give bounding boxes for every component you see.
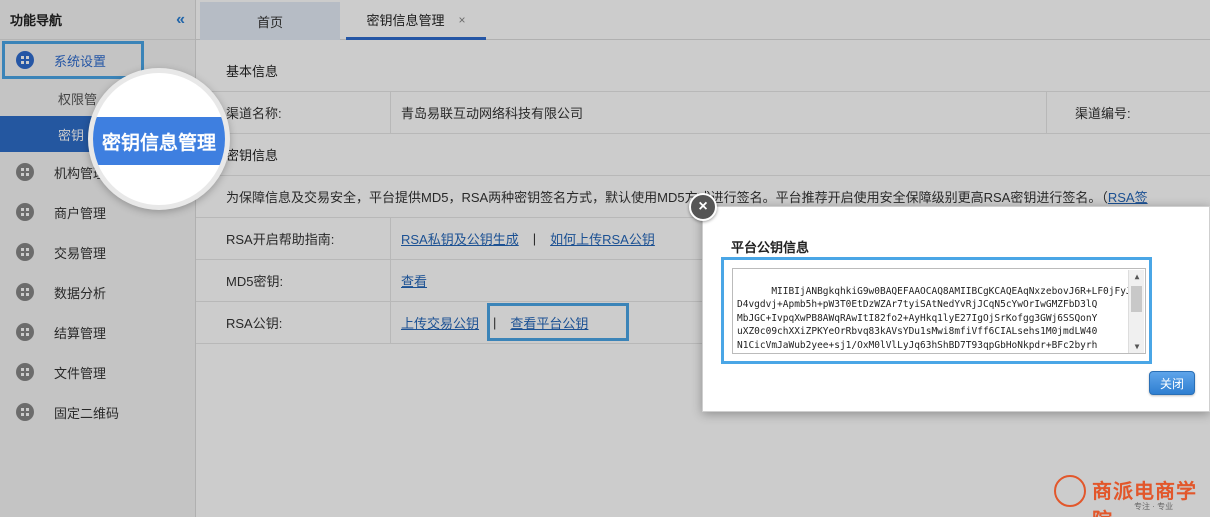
logo-icon — [1054, 475, 1086, 507]
pubkey-content: MIIBIjANBgkqhkiG9w0BAQEFAAOCAQ8AMIIBCgKC… — [737, 285, 1132, 351]
pubkey-dialog: × 平台公钥信息 MIIBIjANBgkqhkiG9w0BAQEFAAOCAQ8… — [689, 193, 1210, 412]
scrollbar[interactable]: ▲ ▼ — [1128, 270, 1145, 353]
magnifier-callout: 密钥信息管理 — [88, 68, 230, 210]
watermark-logo: 商派电商学院 专注 · 专业 — [1054, 473, 1206, 517]
magnifier-label: 密钥信息管理 — [93, 117, 225, 165]
highlight-box: MIIBIjANBgkqhkiG9w0BAQEFAAOCAQ8AMIIBCgKC… — [721, 257, 1152, 364]
scroll-thumb[interactable] — [1131, 286, 1142, 312]
close-icon[interactable]: × — [689, 193, 717, 221]
close-button[interactable]: 关闭 — [1149, 371, 1195, 395]
pubkey-textarea[interactable]: MIIBIjANBgkqhkiG9w0BAQEFAAOCAQ8AMIIBCgKC… — [732, 268, 1146, 354]
scroll-up-icon[interactable]: ▲ — [1129, 270, 1145, 284]
scroll-down-icon[interactable]: ▼ — [1129, 340, 1145, 353]
dialog-title: 平台公钥信息 — [731, 240, 810, 255]
watermark-sub: 专注 · 专业 — [1134, 502, 1174, 511]
